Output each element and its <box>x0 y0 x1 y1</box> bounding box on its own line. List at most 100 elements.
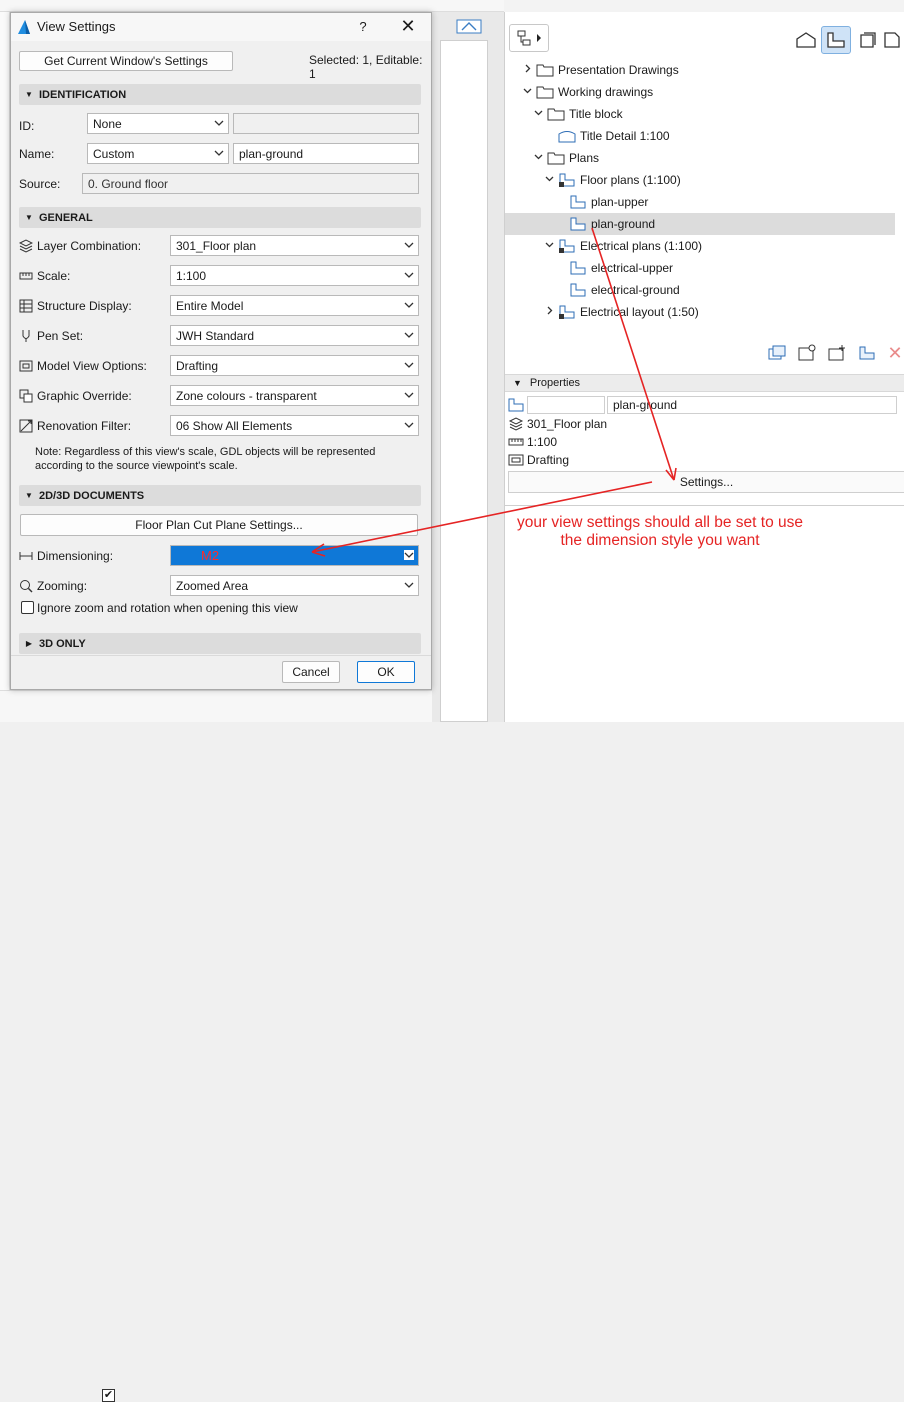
scale-text: Scale: <box>37 268 71 283</box>
name-dropdown[interactable]: Custom <box>87 143 229 164</box>
chevron-down-icon[interactable] <box>543 174 555 186</box>
structure-display-dropdown[interactable]: Entire Model <box>170 295 419 316</box>
help-button[interactable]: ? <box>353 17 373 37</box>
scale-ruler-icon <box>19 269 37 283</box>
tree-item[interactable]: electrical-upper <box>505 257 895 279</box>
collapse-triangle-icon: ▼ <box>25 491 33 500</box>
section-title: 3D ONLY <box>39 637 86 650</box>
property-id-field[interactable] <box>527 396 605 414</box>
chevron-down-icon[interactable] <box>532 152 544 164</box>
cancel-button[interactable]: Cancel <box>282 661 340 683</box>
tree-item[interactable]: Presentation Drawings <box>505 59 895 81</box>
view-settings-icon <box>859 346 875 360</box>
structure-display-value: Entire Model <box>176 298 244 313</box>
magnifier-icon <box>19 579 37 593</box>
section-general[interactable]: ▼ GENERAL <box>19 207 421 228</box>
plan-view-icon <box>568 194 588 210</box>
cut-plane-settings-button[interactable]: Floor Plan Cut Plane Settings... <box>20 514 418 536</box>
id-text-field[interactable] <box>233 113 419 134</box>
section-documents[interactable]: ▼ 2D/3D DOCUMENTS <box>19 485 421 506</box>
layer-combination-value: 301_Floor plan <box>176 238 257 253</box>
properties-header[interactable]: ▼ Properties <box>505 374 904 392</box>
chevron-down-icon <box>404 242 414 248</box>
background-left-strip <box>0 12 10 722</box>
view-settings-button[interactable] <box>855 342 879 364</box>
close-button[interactable]: ✕ <box>397 16 419 38</box>
scale-dropdown[interactable]: 1:100 <box>170 265 419 286</box>
section-3d-only[interactable]: ▶ 3D ONLY <box>19 633 421 654</box>
chevron-down-icon[interactable] <box>521 86 533 98</box>
tree-item[interactable]: Electrical plans (1:100) <box>505 235 895 257</box>
project-map-button[interactable] <box>791 26 821 54</box>
home-view-icon[interactable] <box>456 18 482 37</box>
zooming-text: Zooming: <box>37 578 88 593</box>
publisher-button[interactable] <box>877 26 904 54</box>
id-dropdown-value: None <box>93 116 122 131</box>
clone-folder-button[interactable] <box>765 342 789 364</box>
graphic-override-dropdown[interactable]: Zone colours - transparent <box>170 385 419 406</box>
chevron-down-icon[interactable] <box>532 108 544 120</box>
tree-item[interactable]: electrical-ground <box>505 279 895 301</box>
navigator-menu-button[interactable] <box>509 24 549 52</box>
property-name-field[interactable]: plan-ground <box>607 396 897 414</box>
network-icon <box>517 30 541 46</box>
view-3d-icon <box>557 128 577 144</box>
collapse-triangle-icon: ▼ <box>513 378 522 388</box>
background-bottom-strip: ✔ <box>0 690 432 1402</box>
tree-item[interactable]: plan-ground <box>505 213 895 235</box>
chevron-right-icon[interactable] <box>521 64 533 76</box>
graphic-override-label: Graphic Override: <box>19 385 132 406</box>
zooming-dropdown[interactable]: Zoomed Area <box>170 575 419 596</box>
model-view-options-label: Model View Options: <box>19 355 147 376</box>
plan-folder-icon <box>557 304 577 320</box>
tree-item-label: Floor plans (1:100) <box>580 173 681 187</box>
model-view-options-value: Drafting <box>176 358 219 373</box>
tree-item[interactable]: Floor plans (1:100) <box>505 169 895 191</box>
model-view-icon <box>19 359 37 373</box>
tree-item-label: plan-ground <box>591 217 656 231</box>
delete-icon[interactable]: ✕ <box>883 342 904 364</box>
background-checkbox[interactable]: ✔ <box>102 1389 115 1402</box>
layer-combination-dropdown[interactable]: 301_Floor plan <box>170 235 419 256</box>
new-folder-button[interactable] <box>825 342 849 364</box>
ignore-zoom-checkbox[interactable] <box>21 601 34 614</box>
property-mvo-row: Drafting <box>505 450 904 470</box>
chevron-down-icon <box>404 272 414 278</box>
model-view-options-dropdown[interactable]: Drafting <box>170 355 419 376</box>
plan-view-icon <box>568 282 588 298</box>
tree-item[interactable]: Working drawings <box>505 81 895 103</box>
layout-book-icon <box>860 32 876 48</box>
dimensioning-dropdown[interactable]: M2 <box>170 545 419 566</box>
view-map-icon <box>827 32 845 48</box>
tree-item[interactable]: Electrical layout (1:50) <box>505 301 895 323</box>
name-text-field[interactable]: plan-ground <box>233 143 419 164</box>
chevron-right-icon[interactable] <box>543 306 555 318</box>
chevron-down-icon[interactable] <box>543 240 555 252</box>
graphic-override-icon <box>19 389 37 403</box>
get-current-settings-button[interactable]: Get Current Window's Settings <box>19 51 233 71</box>
tree-item[interactable]: Title Detail 1:100 <box>505 125 895 147</box>
navigator-actions: ✕ <box>505 339 904 369</box>
pen-set-dropdown[interactable]: JWH Standard <box>170 325 419 346</box>
view-map-button[interactable] <box>821 26 851 54</box>
save-view-button[interactable] <box>795 342 819 364</box>
renovation-filter-dropdown[interactable]: 06 Show All Elements <box>170 415 419 436</box>
renovation-filter-label: Renovation Filter: <box>19 415 131 436</box>
dialog-title: View Settings <box>37 19 116 34</box>
background-toolbar <box>0 0 504 12</box>
id-dropdown[interactable]: None <box>87 113 229 134</box>
selection-info: Selected: 1, Editable: 1 <box>309 53 423 81</box>
navigator-settings-button[interactable]: Settings... <box>508 471 904 493</box>
dialog-footer-divider <box>11 655 431 656</box>
scale-note: Note: Regardless of this view's scale, G… <box>35 446 376 472</box>
tree-item[interactable]: Title block <box>505 103 895 125</box>
tree-item[interactable]: Plans <box>505 147 895 169</box>
plan-folder-icon <box>557 172 577 188</box>
ok-button[interactable]: OK <box>357 661 415 683</box>
property-name-row: plan-ground <box>505 395 904 415</box>
tree-item-label: Presentation Drawings <box>558 63 679 77</box>
section-identification[interactable]: ▼ IDENTIFICATION <box>19 84 421 105</box>
dialog-titlebar[interactable]: View Settings ? ✕ <box>11 13 431 41</box>
tree-item[interactable]: plan-upper <box>505 191 895 213</box>
folder-icon <box>535 62 555 78</box>
